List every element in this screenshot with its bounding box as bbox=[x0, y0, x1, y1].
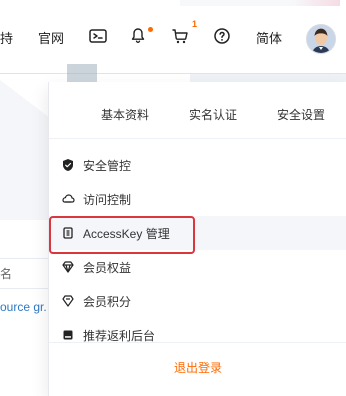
shield-icon bbox=[61, 158, 75, 172]
menu-item-label: 会员积分 bbox=[83, 294, 132, 309]
menu-item-accesskey-management[interactable]: AccessKey 管理 bbox=[49, 216, 346, 254]
logout-button[interactable]: 退出登录 bbox=[49, 352, 346, 382]
help-icon[interactable] bbox=[212, 26, 232, 46]
menu-item-member-points[interactable]: 会员积分 bbox=[49, 284, 346, 318]
avatar-icon[interactable] bbox=[306, 24, 336, 54]
table-header-name: 名 bbox=[0, 267, 13, 281]
tab-real-name-auth[interactable]: 实名认证 bbox=[169, 106, 257, 123]
menu-item-label: 安全管控 bbox=[83, 158, 132, 173]
account-tabs: 基本资料 实名认证 安全设置 bbox=[49, 100, 346, 128]
panel-divider bbox=[49, 138, 346, 139]
highlight-box bbox=[49, 216, 195, 254]
menu-item-member-benefits[interactable]: 会员权益 bbox=[49, 250, 346, 284]
tab-basic-info[interactable]: 基本资料 bbox=[81, 106, 169, 123]
account-menu: 安全管控 访问控制 AccessKey 管理 会员权益 会员积分 推荐返利后台 bbox=[49, 148, 346, 352]
top-navigation-bar: 持 官网 1 简体 bbox=[0, 0, 346, 74]
menu-item-label: 推荐返利后台 bbox=[83, 328, 156, 343]
menu-item-access-control[interactable]: 访问控制 bbox=[49, 182, 346, 216]
cart-count-badge: 1 bbox=[192, 19, 198, 29]
diamond-icon bbox=[61, 260, 75, 274]
square-icon bbox=[61, 328, 75, 342]
official-site-link[interactable]: 官网 bbox=[38, 28, 64, 47]
terminal-icon[interactable] bbox=[88, 26, 108, 46]
cart-icon[interactable] bbox=[170, 26, 190, 46]
panel-divider bbox=[49, 342, 346, 343]
partial-nav-item[interactable]: 持 bbox=[0, 28, 13, 47]
menu-item-referral-rebate[interactable]: 推荐返利后台 bbox=[49, 318, 346, 352]
notification-dot bbox=[148, 27, 153, 32]
bell-icon[interactable] bbox=[128, 26, 148, 46]
gem-icon bbox=[61, 294, 75, 308]
tab-security-settings[interactable]: 安全设置 bbox=[257, 106, 345, 123]
menu-item-label: 会员权益 bbox=[83, 260, 132, 275]
account-dropdown: 基本资料 实名认证 安全设置 安全管控 访问控制 AccessKey 管理 会员… bbox=[48, 64, 346, 396]
language-switch[interactable]: 简体 bbox=[256, 28, 282, 47]
menu-item-security-control[interactable]: 安全管控 bbox=[49, 148, 346, 182]
cloud-access-icon bbox=[61, 192, 75, 206]
resource-group-link[interactable]: ource gr. bbox=[0, 300, 47, 314]
menu-item-label: 访问控制 bbox=[83, 192, 132, 207]
top-edge-artifact bbox=[180, 0, 340, 6]
